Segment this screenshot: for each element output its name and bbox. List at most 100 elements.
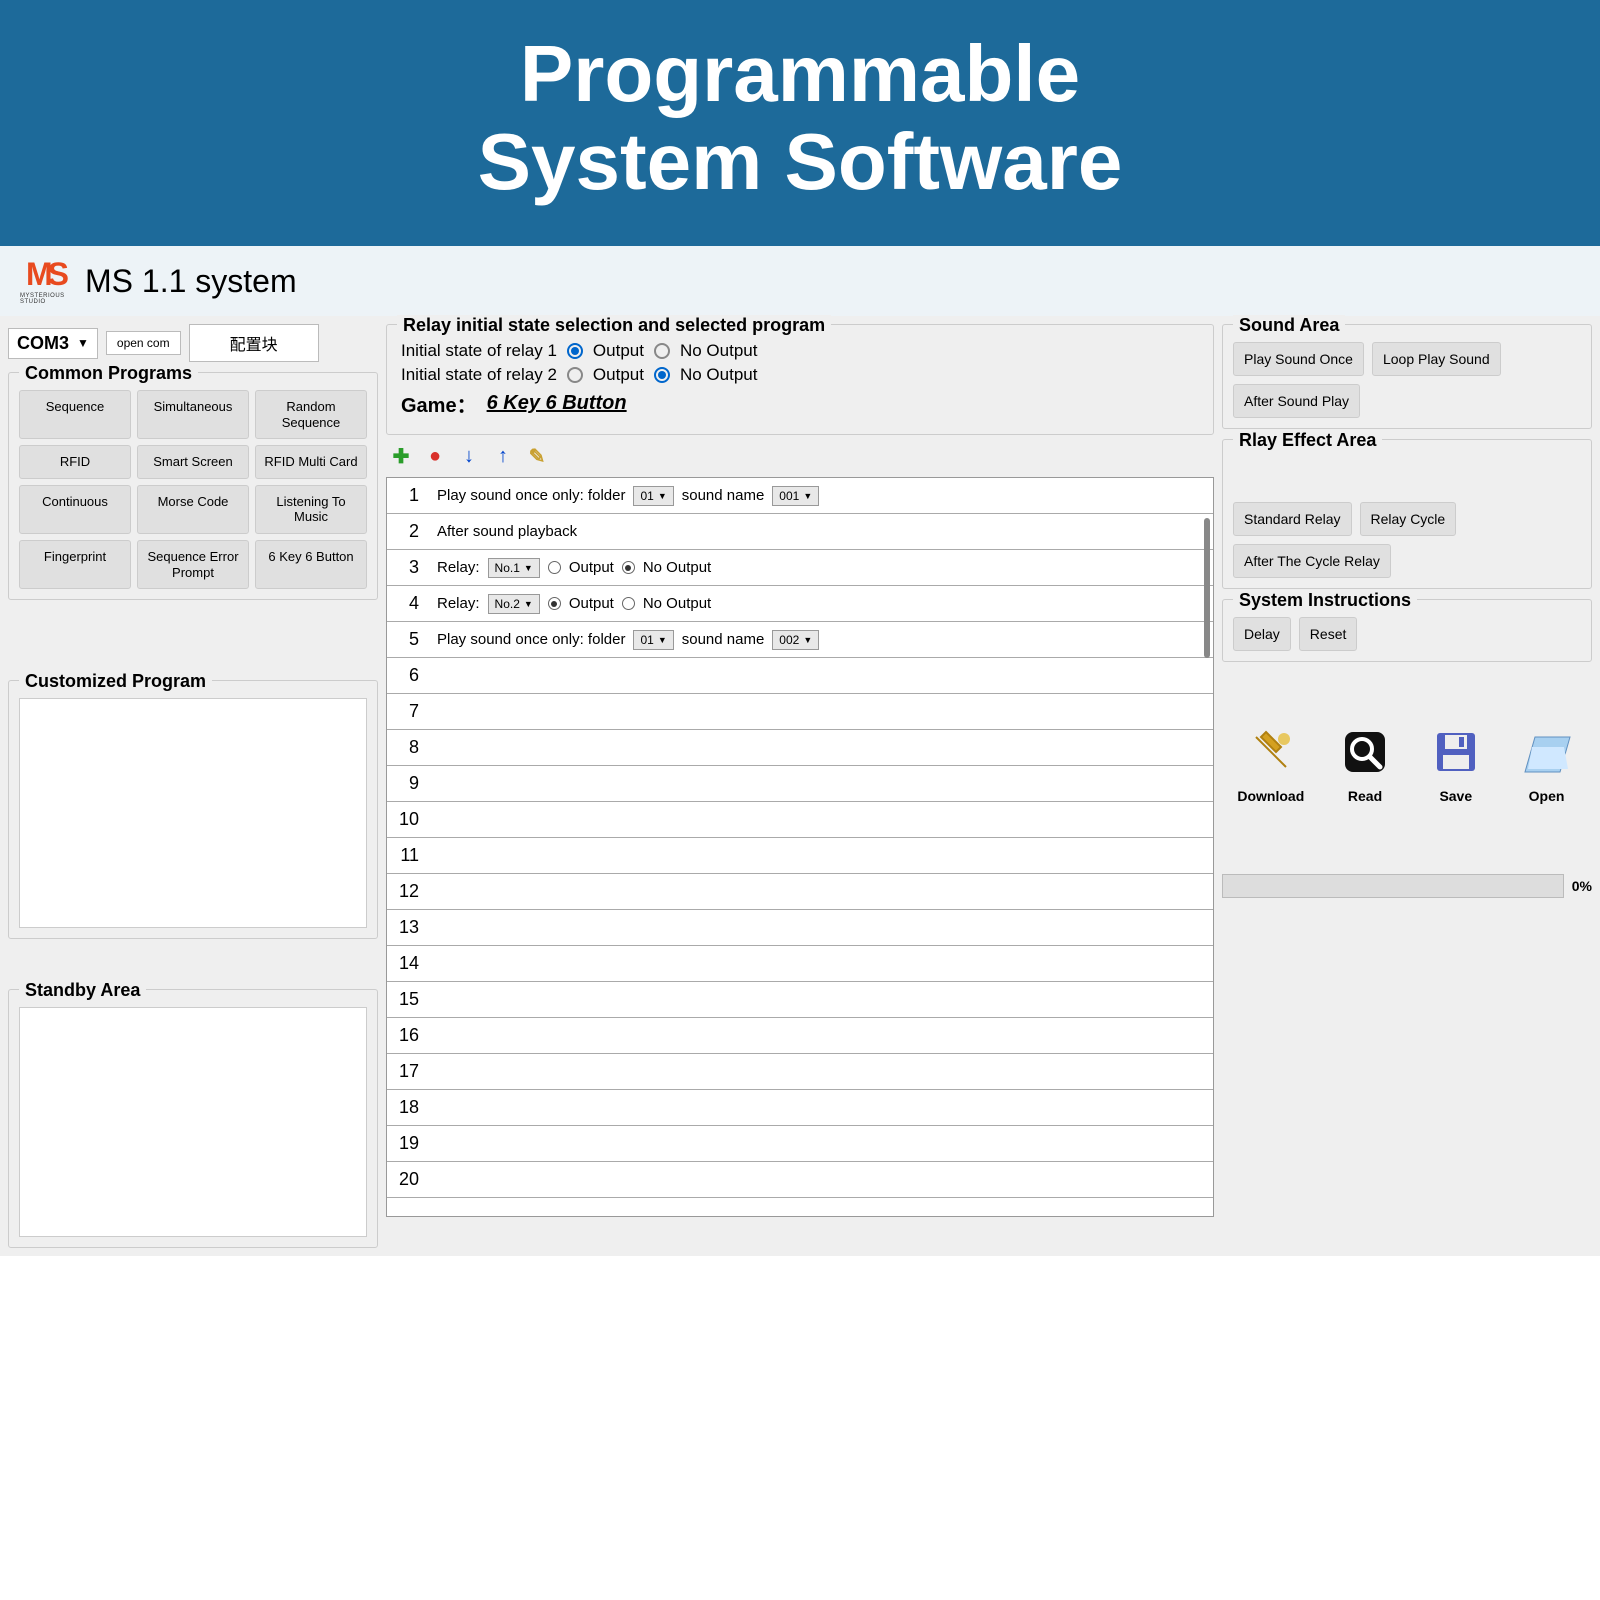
step-toolbar: ✚ ● ↓ ↑ ✎: [386, 443, 1214, 469]
logo-mark: MS: [26, 256, 64, 293]
common-programs-group: Common Programs Sequence Simultaneous Ra…: [8, 372, 378, 600]
wand-icon[interactable]: ✎: [526, 445, 548, 467]
open-com-button[interactable]: open com: [106, 331, 181, 355]
app-title: MS 1.1 system: [85, 263, 297, 300]
prog-fingerprint[interactable]: Fingerprint: [19, 540, 131, 589]
step-row-2[interactable]: 2 After sound playback: [387, 514, 1213, 550]
standard-relay-button[interactable]: Standard Relay: [1233, 502, 1352, 536]
prog-rfid-multi[interactable]: RFID Multi Card: [255, 445, 367, 479]
delay-button[interactable]: Delay: [1233, 617, 1291, 651]
open-action[interactable]: Open: [1517, 722, 1577, 804]
top-controls: COM3▼ open com 配置块: [8, 324, 378, 362]
relay-cycle-button[interactable]: Relay Cycle: [1360, 502, 1457, 536]
system-instructions-title: System Instructions: [1233, 590, 1417, 611]
download-action[interactable]: Download: [1237, 722, 1304, 804]
game-value: 6 Key 6 Button: [487, 392, 627, 415]
sound-area-group: Sound Area Play Sound Once Loop Play Sou…: [1222, 324, 1592, 429]
steps-panel: 1 Play sound once only: folder 01▼ sound…: [386, 477, 1214, 1217]
step-row-3[interactable]: 3 Relay: No.1▼ Output No Output: [387, 550, 1213, 586]
right-column: Sound Area Play Sound Once Loop Play Sou…: [1222, 324, 1592, 1248]
folder-select-5[interactable]: 01▼: [633, 630, 673, 650]
prog-smart-screen[interactable]: Smart Screen: [137, 445, 249, 479]
step-row-1[interactable]: 1 Play sound once only: folder 01▼ sound…: [387, 478, 1213, 514]
standby-area-group: Standby Area: [8, 989, 378, 1248]
prog-6key[interactable]: 6 Key 6 Button: [255, 540, 367, 589]
reset-button[interactable]: Reset: [1299, 617, 1358, 651]
step-row-7[interactable]: 7: [387, 694, 1213, 730]
action-icons-row: Download Read Save Open: [1222, 722, 1592, 804]
move-up-icon[interactable]: ↑: [492, 445, 514, 467]
after-sound-play-button[interactable]: After Sound Play: [1233, 384, 1360, 418]
prog-rfid[interactable]: RFID: [19, 445, 131, 479]
progress-track: [1222, 874, 1564, 898]
prog-sequence[interactable]: Sequence: [19, 390, 131, 439]
step-row-9[interactable]: 9: [387, 766, 1213, 802]
step-row-17[interactable]: 17: [387, 1054, 1213, 1090]
open-icon: [1517, 722, 1577, 782]
step-row-6[interactable]: 6: [387, 658, 1213, 694]
relay-initial-title: Relay initial state selection and select…: [397, 315, 831, 336]
step-row-12[interactable]: 12: [387, 874, 1213, 910]
program-grid: Sequence Simultaneous Random Sequence RF…: [19, 390, 367, 589]
read-icon: [1335, 722, 1395, 782]
logo-subtext: MYSTERIOUS STUDIO: [20, 293, 70, 305]
prog-listening[interactable]: Listening To Music: [255, 485, 367, 534]
step-row-8[interactable]: 8: [387, 730, 1213, 766]
customized-program-title: Customized Program: [19, 671, 212, 692]
save-action[interactable]: Save: [1426, 722, 1486, 804]
step-row-15[interactable]: 15: [387, 982, 1213, 1018]
loop-play-sound-button[interactable]: Loop Play Sound: [1372, 342, 1501, 376]
step-row-16[interactable]: 16: [387, 1018, 1213, 1054]
row4-nooutput-radio[interactable]: [622, 597, 635, 610]
standby-area[interactable]: [19, 1007, 367, 1237]
read-action[interactable]: Read: [1335, 722, 1395, 804]
relay2-output-radio[interactable]: [567, 367, 583, 383]
relay-num-select-3[interactable]: No.1▼: [488, 558, 540, 578]
left-column: COM3▼ open com 配置块 Common Programs Seque…: [8, 324, 378, 1248]
banner-title: Programmable System Software: [0, 30, 1600, 206]
banner: Programmable System Software: [0, 0, 1600, 246]
customized-program-area[interactable]: [19, 698, 367, 928]
remove-icon[interactable]: ●: [424, 445, 446, 467]
relay1-nooutput-radio[interactable]: [654, 343, 670, 359]
titlebar: MS MYSTERIOUS STUDIO MS 1.1 system: [0, 246, 1600, 316]
system-instructions-group: System Instructions Delay Reset: [1222, 599, 1592, 662]
sound-select-1[interactable]: 001▼: [772, 486, 819, 506]
step-row-14[interactable]: 14: [387, 946, 1213, 982]
relay-effect-group: Rlay Effect Area Standard Relay Relay Cy…: [1222, 439, 1592, 589]
config-block-button[interactable]: 配置块: [189, 324, 319, 362]
relay-num-select-4[interactable]: No.2▼: [488, 594, 540, 614]
step-row-20[interactable]: 20: [387, 1162, 1213, 1198]
add-icon[interactable]: ✚: [390, 445, 412, 467]
step-row-4[interactable]: 4 Relay: No.2▼ Output No Output: [387, 586, 1213, 622]
relay1-output-radio[interactable]: [567, 343, 583, 359]
prog-morse[interactable]: Morse Code: [137, 485, 249, 534]
folder-select-1[interactable]: 01▼: [633, 486, 673, 506]
prog-simultaneous[interactable]: Simultaneous: [137, 390, 249, 439]
step-row-5[interactable]: 5 Play sound once only: folder 01▼ sound…: [387, 622, 1213, 658]
common-programs-title: Common Programs: [19, 363, 198, 384]
prog-seq-error[interactable]: Sequence Error Prompt: [137, 540, 249, 589]
standby-area-title: Standby Area: [19, 980, 146, 1001]
step-row-11[interactable]: 11: [387, 838, 1213, 874]
sound-select-5[interactable]: 002▼: [772, 630, 819, 650]
step-row-19[interactable]: 19: [387, 1126, 1213, 1162]
step-row-13[interactable]: 13: [387, 910, 1213, 946]
app-body: COM3▼ open com 配置块 Common Programs Seque…: [0, 316, 1600, 1256]
move-down-icon[interactable]: ↓: [458, 445, 480, 467]
logo: MS MYSTERIOUS STUDIO: [20, 256, 70, 306]
step-row-18[interactable]: 18: [387, 1090, 1213, 1126]
prog-continuous[interactable]: Continuous: [19, 485, 131, 534]
prog-random-sequence[interactable]: Random Sequence: [255, 390, 367, 439]
play-sound-once-button[interactable]: Play Sound Once: [1233, 342, 1364, 376]
relay2-nooutput-radio[interactable]: [654, 367, 670, 383]
row3-output-radio[interactable]: [548, 561, 561, 574]
progress-bar: 0%: [1222, 874, 1592, 898]
row4-output-radio[interactable]: [548, 597, 561, 610]
after-cycle-relay-button[interactable]: After The Cycle Relay: [1233, 544, 1391, 578]
step-row-10[interactable]: 10: [387, 802, 1213, 838]
scrollbar-thumb[interactable]: [1204, 518, 1210, 658]
middle-column: Relay initial state selection and select…: [386, 324, 1214, 1248]
com-port-select[interactable]: COM3▼: [8, 328, 98, 359]
row3-nooutput-radio[interactable]: [622, 561, 635, 574]
